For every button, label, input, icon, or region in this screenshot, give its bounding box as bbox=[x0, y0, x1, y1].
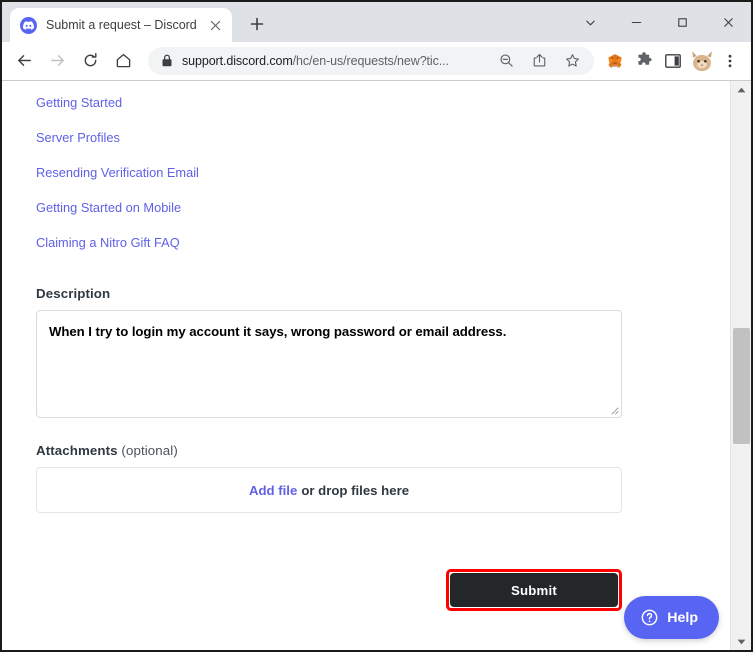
help-widget-label: Help bbox=[667, 609, 698, 626]
support-request-form: Getting Started Server Profiles Resendin… bbox=[2, 81, 730, 650]
scroll-up-arrow-icon[interactable] bbox=[731, 81, 751, 99]
zoom-out-icon[interactable] bbox=[494, 49, 518, 73]
scroll-down-arrow-icon[interactable] bbox=[731, 633, 751, 650]
home-button[interactable] bbox=[107, 45, 139, 77]
browser-window: Submit a request – Discord support.disco… bbox=[0, 0, 753, 652]
page-scrollbar[interactable] bbox=[730, 81, 751, 650]
window-controls bbox=[567, 2, 751, 42]
side-panel-icon[interactable] bbox=[659, 47, 687, 75]
scrollbar-thumb[interactable] bbox=[733, 328, 750, 444]
extensions-puzzle-icon[interactable] bbox=[630, 47, 658, 75]
browser-tab-active[interactable]: Submit a request – Discord bbox=[10, 8, 232, 42]
add-file-link[interactable]: Add file bbox=[249, 483, 297, 498]
attachments-label: Attachments (optional) bbox=[36, 443, 730, 458]
article-link[interactable]: Getting Started bbox=[36, 86, 122, 121]
new-tab-button[interactable] bbox=[242, 9, 272, 39]
article-link[interactable]: Resending Verification Email bbox=[36, 156, 199, 191]
textarea-resize-grip-icon[interactable] bbox=[607, 403, 619, 415]
description-field-group: Description When I try to login my accou… bbox=[36, 286, 730, 418]
description-textarea[interactable]: When I try to login my account it says, … bbox=[36, 310, 622, 418]
maximize-button[interactable] bbox=[659, 3, 705, 41]
chrome-menu-icon[interactable] bbox=[717, 47, 743, 75]
tab-strip: Submit a request – Discord bbox=[2, 2, 751, 42]
close-tab-icon[interactable] bbox=[206, 16, 224, 34]
article-link[interactable]: Claiming a Nitro Gift FAQ bbox=[36, 226, 180, 261]
discord-favicon bbox=[20, 16, 37, 34]
metamask-extension-icon[interactable] bbox=[601, 47, 629, 75]
close-window-button[interactable] bbox=[705, 3, 751, 41]
submit-row: Submit bbox=[36, 569, 622, 611]
url-path: /hc/en-us/requests/new?tic... bbox=[292, 53, 449, 68]
question-circle-icon bbox=[641, 609, 658, 626]
article-link[interactable]: Getting Started on Mobile bbox=[36, 191, 181, 226]
url-text: support.discord.com/hc/en-us/requests/ne… bbox=[182, 54, 485, 68]
reload-button[interactable] bbox=[74, 45, 106, 77]
bookmark-star-icon[interactable] bbox=[560, 49, 584, 73]
help-widget-button[interactable]: Help bbox=[624, 596, 719, 639]
browser-toolbar: support.discord.com/hc/en-us/requests/ne… bbox=[2, 42, 751, 80]
article-link[interactable]: Server Profiles bbox=[36, 121, 120, 156]
forward-button[interactable] bbox=[41, 45, 73, 77]
description-label: Description bbox=[36, 286, 111, 301]
drop-files-text: or drop files here bbox=[301, 482, 410, 498]
attachments-dropzone[interactable]: Add file or drop files here bbox=[36, 467, 622, 513]
share-icon[interactable] bbox=[527, 49, 551, 73]
suggested-articles-list: Getting Started Server Profiles Resendin… bbox=[36, 81, 730, 261]
page-viewport: Getting Started Server Profiles Resendin… bbox=[2, 80, 751, 650]
submit-highlight-annotation: Submit bbox=[446, 569, 622, 611]
back-button[interactable] bbox=[8, 45, 40, 77]
address-bar[interactable]: support.discord.com/hc/en-us/requests/ne… bbox=[148, 46, 594, 75]
submit-button[interactable]: Submit bbox=[450, 573, 618, 607]
tab-title: Submit a request – Discord bbox=[46, 18, 197, 32]
description-value: When I try to login my account it says, … bbox=[49, 324, 507, 339]
tab-search-button[interactable] bbox=[567, 3, 613, 41]
url-domain: support.discord.com bbox=[182, 53, 293, 68]
attachments-field-group: Attachments (optional) Add file or drop f… bbox=[36, 443, 730, 513]
attachments-optional-text: (optional) bbox=[117, 443, 178, 458]
profile-avatar-icon[interactable] bbox=[688, 48, 716, 74]
lock-icon bbox=[161, 54, 173, 67]
minimize-button[interactable] bbox=[613, 3, 659, 41]
attachments-label-text: Attachments bbox=[36, 443, 118, 458]
